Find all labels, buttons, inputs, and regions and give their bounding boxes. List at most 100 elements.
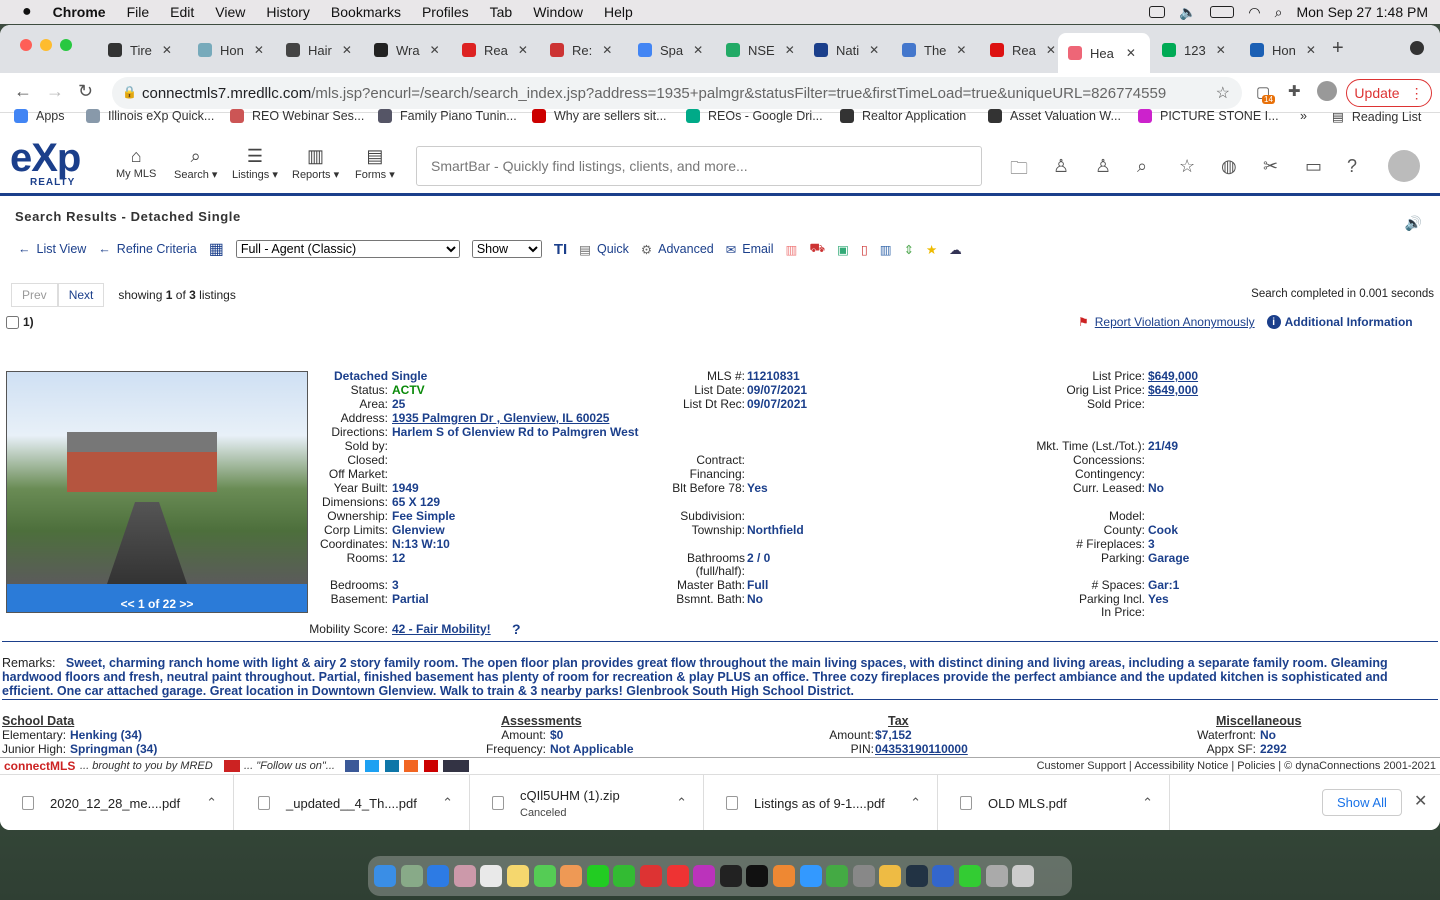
dock-app-icon[interactable] — [772, 865, 795, 887]
new-tab-button[interactable]: + — [1332, 37, 1344, 60]
zoom-window-button[interactable] — [60, 39, 72, 51]
browser-tab[interactable]: NSE ✕ — [722, 35, 802, 65]
facetime-icon[interactable] — [1148, 6, 1165, 18]
apple-menu-icon[interactable]: ● — [22, 3, 32, 21]
dock-app-icon[interactable] — [374, 865, 396, 887]
bookmark-item[interactable]: Why are sellers sit... — [532, 109, 667, 123]
app-menu-chrome[interactable]: Chrome — [53, 4, 106, 20]
tools-icon[interactable]: ✂ — [1263, 156, 1278, 177]
bookmark-item[interactable]: Illinois eXp Quick... — [86, 109, 214, 123]
cloud-icon[interactable]: ☁ — [949, 242, 962, 257]
close-tab-icon[interactable]: ✕ — [1126, 46, 1136, 60]
wifi-icon[interactable]: ◠ — [1248, 4, 1260, 21]
youtube-icon[interactable] — [424, 760, 438, 772]
bookmark-item[interactable]: Family Piano Tunin... — [378, 109, 517, 123]
close-tab-icon[interactable]: ✕ — [430, 43, 440, 57]
dock-app-icon[interactable] — [719, 865, 742, 887]
close-tab-icon[interactable]: ✕ — [1306, 43, 1316, 57]
mobility-help-icon[interactable]: ? — [512, 621, 521, 637]
dock-app-icon[interactable] — [427, 865, 450, 887]
battery-icon[interactable] — [1210, 6, 1235, 18]
facebook-icon[interactable] — [345, 760, 359, 772]
additional-information-link[interactable]: Additional Information — [1285, 315, 1413, 329]
help-icon[interactable]: ? — [1347, 156, 1357, 177]
close-tab-icon[interactable]: ✕ — [254, 43, 264, 57]
map-icon[interactable]: ▦ — [209, 239, 224, 259]
contacts-icon[interactable]: ♙ — [1053, 156, 1069, 177]
chevron-up-icon[interactable]: ⌃ — [442, 795, 453, 811]
dock-app-icon[interactable] — [613, 865, 636, 887]
menu-view[interactable]: View — [215, 4, 245, 20]
quick-print-button[interactable]: ▤ Quick — [579, 242, 629, 257]
forward-icon[interactable]: → — [46, 81, 64, 102]
close-tab-icon[interactable]: ✕ — [785, 43, 795, 57]
folder-icon[interactable]: 🗀 — [1010, 156, 1028, 186]
profile-avatar[interactable] — [1317, 81, 1337, 101]
bookmark-item[interactable]: Asset Valuation W... — [988, 109, 1121, 123]
email-button[interactable]: ✉ Email — [726, 242, 774, 257]
download-item[interactable]: cQIl5UHM (1).zip Canceled ⌃ — [470, 775, 704, 830]
dock-app-icon[interactable] — [560, 865, 583, 887]
update-button[interactable]: Update ⋮ — [1346, 79, 1432, 107]
back-icon[interactable]: ← — [14, 81, 32, 102]
close-tab-icon[interactable]: ✕ — [1216, 43, 1226, 57]
dock-app-icon[interactable] — [693, 865, 716, 887]
zoom-search-icon[interactable]: ⌕ — [1137, 156, 1147, 177]
report-format-select[interactable]: Full - Agent (Classic) — [235, 240, 460, 258]
browser-tab[interactable]: Hon ✕ — [1246, 35, 1326, 65]
dock-app-icon[interactable] — [639, 865, 662, 887]
nav-my-mls[interactable]: ⌂ My MLS — [116, 146, 156, 180]
show-select[interactable]: Show — [471, 240, 542, 258]
report-violation-link[interactable]: Report Violation Anonymously — [1095, 315, 1255, 329]
advanced-button[interactable]: ⚙ Advanced — [641, 242, 714, 257]
connectmls-badge-icon[interactable] — [443, 760, 469, 772]
menu-file[interactable]: File — [127, 4, 150, 20]
menu-tab[interactable]: Tab — [490, 4, 513, 20]
nav-reports[interactable]: ▥ Reports ▾ — [292, 146, 339, 181]
dock-app-icon[interactable] — [666, 865, 689, 887]
browser-tab[interactable]: Wra ✕ — [370, 35, 450, 65]
menu-edit[interactable]: Edit — [170, 4, 194, 20]
text-size-icon[interactable]: TI — [554, 241, 567, 258]
dock-app-icon[interactable] — [985, 865, 1008, 887]
favorites-star-icon[interactable]: ☆ — [1179, 156, 1195, 177]
close-tab-icon[interactable]: ✕ — [869, 43, 879, 57]
footer-links[interactable]: Customer Support | Accessibility Notice … — [1037, 760, 1436, 772]
bookmark-item[interactable]: REO Webinar Ses... — [230, 109, 364, 123]
dock-app-icon[interactable] — [826, 865, 849, 887]
photo-carousel-nav[interactable]: << 1 of 22 >> — [7, 597, 307, 611]
refine-criteria-link[interactable]: ← Refine Criteria — [98, 242, 196, 256]
browser-tab[interactable]: Re: ✕ — [546, 35, 626, 65]
field-value[interactable]: 04353190110000 — [875, 742, 968, 756]
browser-tab[interactable]: Rea ✕ — [458, 35, 538, 65]
more-bookmarks-icon[interactable]: » — [1300, 109, 1307, 123]
browser-tab[interactable]: Nati ✕ — [810, 35, 890, 65]
download-item[interactable]: 2020_12_28_me....pdf ⌃ — [0, 775, 234, 830]
menu-help[interactable]: Help — [604, 4, 633, 20]
close-tab-icon[interactable]: ✕ — [693, 43, 703, 57]
stats-chart-icon[interactable]: ▥ — [786, 242, 798, 257]
dock-app-icon[interactable] — [905, 865, 928, 887]
globe-icon[interactable]: ◍ — [1221, 156, 1237, 177]
close-tab-icon[interactable]: ✕ — [518, 43, 528, 57]
clock-text[interactable]: Mon Sep 27 1:48 PM — [1296, 4, 1428, 20]
listing-photo[interactable] — [7, 372, 307, 584]
minimize-window-button[interactable] — [40, 39, 52, 51]
dock-app-icon[interactable] — [480, 865, 503, 887]
speaker-icon[interactable]: 🔊 — [1405, 215, 1422, 232]
browser-tab[interactable]: Hair ✕ — [282, 35, 362, 65]
bar-chart-icon[interactable]: ▥ — [880, 242, 892, 257]
next-button[interactable]: Next — [57, 283, 105, 307]
volume-icon[interactable]: 🔈 — [1179, 4, 1196, 21]
browser-tab[interactable]: Rea ✕ — [986, 35, 1066, 65]
close-tab-icon[interactable]: ✕ — [342, 43, 352, 57]
prev-button[interactable]: Prev — [11, 283, 58, 307]
pdf-icon[interactable]: ▯ — [861, 242, 868, 257]
nav-listings[interactable]: ☰ Listings ▾ — [232, 146, 278, 181]
favorite-star-icon[interactable]: ★ — [926, 242, 937, 257]
twitter-icon[interactable] — [365, 760, 379, 772]
nav-search[interactable]: ⌕ Search ▾ — [174, 146, 217, 181]
close-downloads-icon[interactable]: ✕ — [1414, 791, 1427, 811]
browser-tab[interactable]: The ✕ — [898, 35, 978, 65]
export-icon[interactable]: ▣ — [837, 242, 849, 257]
